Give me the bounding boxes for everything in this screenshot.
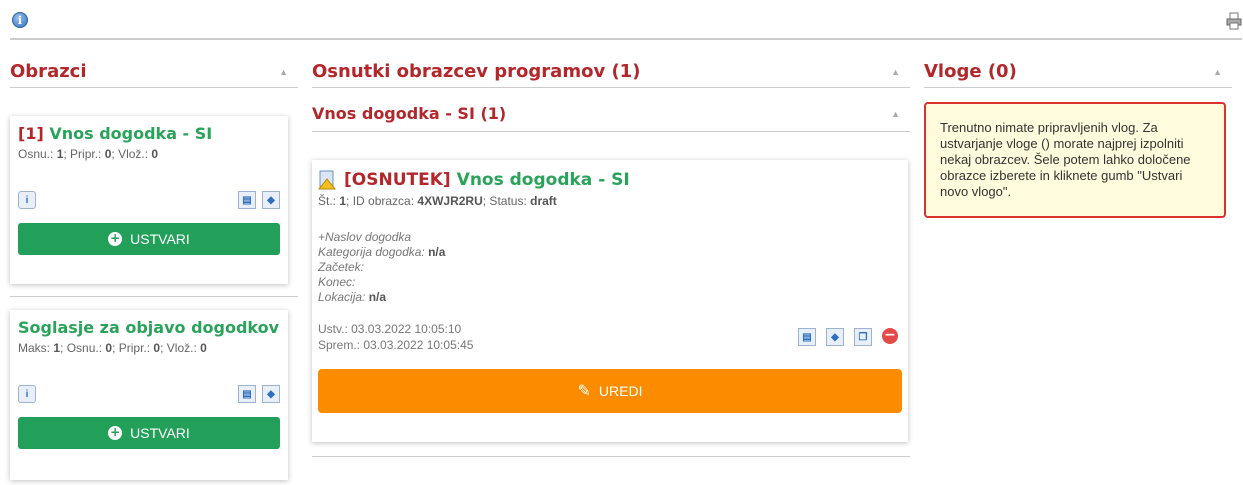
- draft-title[interactable]: [OSNUTEK] Vnos dogodka - SI: [318, 170, 902, 190]
- field-location: Lokacija: n/a: [318, 290, 387, 304]
- code-icon[interactable]: ◆: [262, 191, 280, 209]
- drafts-header[interactable]: Osnutki obrazcev programov (1) ▲: [312, 56, 910, 88]
- created-date: Ustv.: 03.03.2022 10:05:10: [318, 322, 462, 336]
- form-name: Vnos dogodka - SI: [49, 124, 213, 143]
- collapse-arrow-icon[interactable]: ▲: [279, 67, 288, 77]
- collapse-arrow-icon[interactable]: ▲: [891, 109, 900, 119]
- form-card: [1] Vnos dogodka - SI Osnu.: 1; Pripr.: …: [10, 116, 288, 284]
- pencil-icon: ✎: [577, 383, 591, 400]
- copy-icon[interactable]: ❐: [854, 328, 872, 346]
- info-icon[interactable]: i: [18, 385, 36, 403]
- forms-header[interactable]: Obrazci ▲: [10, 56, 298, 88]
- draft-warning-icon: [318, 170, 337, 190]
- applications-header[interactable]: Vloge (0) ▲: [924, 56, 1232, 88]
- forms-column: Obrazci ▲ [1] Vnos dogodka - SI Osnu.: 1…: [10, 56, 298, 480]
- form-actions: i ▤ ◆: [18, 191, 280, 209]
- field-end: Konec:: [318, 275, 356, 289]
- drafts-subheader[interactable]: Vnos dogodka - SI (1) ▲: [312, 96, 910, 132]
- form-meta: Maks: 1; Osnu.: 0; Pripr.: 0; Vlož.: 0: [18, 341, 207, 355]
- modified-date: Sprem.: 03.03.2022 10:05:45: [318, 338, 474, 352]
- print-icon[interactable]: [1226, 12, 1242, 33]
- collapse-arrow-icon[interactable]: ▲: [891, 67, 900, 77]
- drafts-subheading: Vnos dogodka - SI (1): [312, 104, 507, 123]
- plus-icon: +: [108, 231, 123, 246]
- draft-card: [OSNUTEK] Vnos dogodka - SI Št.: 1; ID o…: [312, 160, 908, 442]
- form-card: Soglasje za objavo dogodkov Maks: 1; Osn…: [10, 310, 288, 480]
- code-icon[interactable]: ◆: [262, 385, 280, 403]
- delete-icon[interactable]: −: [882, 328, 898, 344]
- draft-fields: +Naslov dogodka Kategorija dogodka: n/a …: [318, 230, 902, 305]
- no-applications-notice: Trenutno nimate pripravljenih vlog. Za u…: [924, 102, 1226, 218]
- draft-actions: Ustv.: 03.03.2022 10:05:10 Sprem.: 03.03…: [318, 321, 902, 353]
- divider: [312, 456, 910, 457]
- form-number: [1]: [18, 124, 44, 143]
- field-category: Kategorija dogodka: n/a: [318, 245, 446, 259]
- code-icon[interactable]: ◆: [826, 328, 844, 346]
- field-title: +Naslov dogodka: [318, 230, 412, 244]
- form-title[interactable]: Soglasje za objavo dogodkov: [18, 318, 280, 337]
- plus-icon: +: [108, 425, 123, 440]
- form-meta: Osnu.: 1; Pripr.: 0; Vlož.: 0: [18, 147, 159, 161]
- applications-heading: Vloge (0): [924, 61, 1017, 82]
- drafts-heading: Osnutki obrazcev programov (1): [312, 61, 641, 82]
- form-name: Soglasje za objavo dogodkov: [18, 318, 280, 337]
- collapse-arrow-icon[interactable]: ▲: [1213, 67, 1222, 77]
- drafts-column: Osnutki obrazcev programov (1) ▲ Vnos do…: [312, 56, 910, 457]
- create-button[interactable]: + USTVARI: [18, 417, 280, 449]
- top-divider: [10, 38, 1242, 40]
- divider: [10, 296, 298, 297]
- info-icon[interactable]: i: [12, 12, 28, 28]
- info-glyph: i: [12, 12, 28, 28]
- form-actions: i ▤ ◆: [18, 385, 280, 403]
- info-icon[interactable]: i: [18, 191, 36, 209]
- field-start: Začetek:: [318, 260, 365, 274]
- draft-dates: Ustv.: 03.03.2022 10:05:10 Sprem.: 03.03…: [318, 321, 473, 353]
- applications-column: Vloge (0) ▲ Trenutno nimate pripravljeni…: [924, 56, 1232, 218]
- document-preview-icon[interactable]: ▤: [238, 191, 256, 209]
- forms-heading: Obrazci: [10, 61, 87, 82]
- form-title[interactable]: [1] Vnos dogodka - SI: [18, 124, 280, 143]
- create-button[interactable]: + USTVARI: [18, 223, 280, 255]
- edit-button[interactable]: ✎ UREDI: [318, 369, 902, 413]
- document-preview-icon[interactable]: ▤: [798, 328, 816, 346]
- document-preview-icon[interactable]: ▤: [238, 385, 256, 403]
- draft-meta: Št.: 1; ID obrazca: 4XWJR2RU; Status: dr…: [318, 194, 557, 208]
